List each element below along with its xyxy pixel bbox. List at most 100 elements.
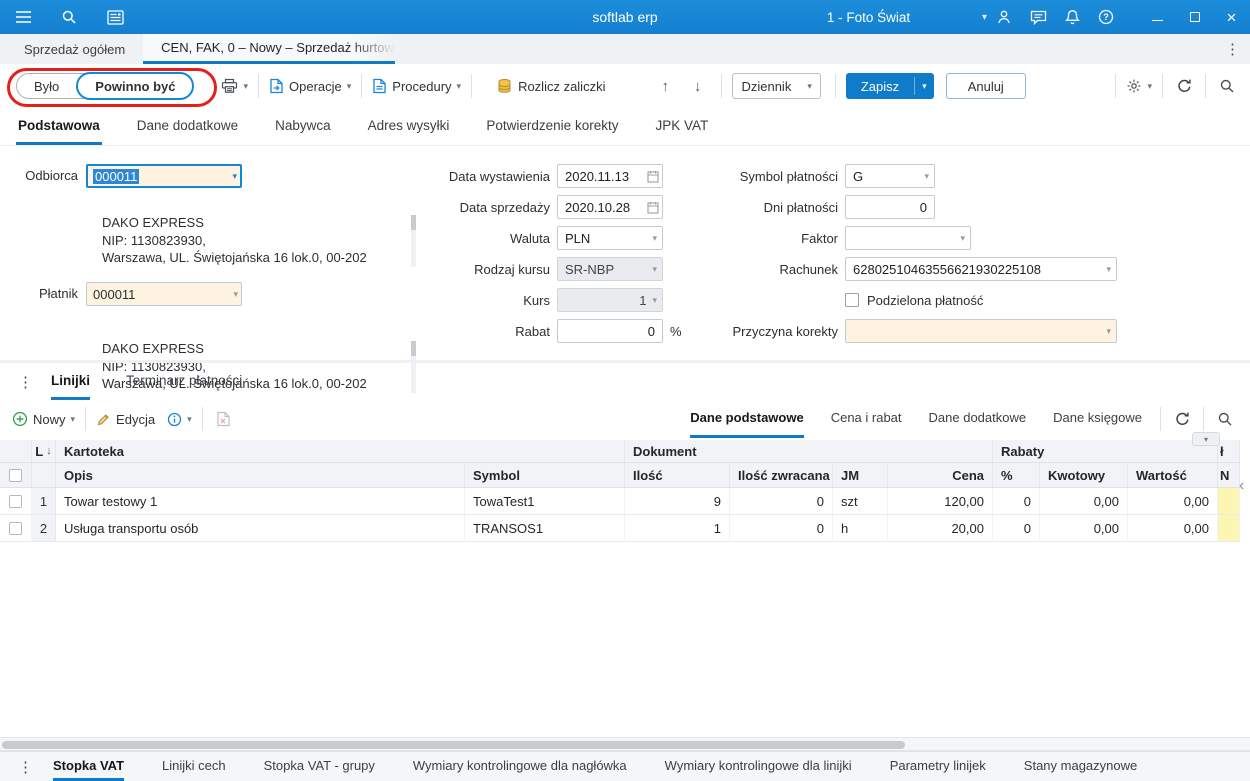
tab-dane-ksiegowe[interactable]: Dane księgowe xyxy=(1053,400,1142,438)
column-jm[interactable]: JM xyxy=(833,463,888,488)
arrow-down-icon[interactable]: ↓ xyxy=(694,78,702,95)
column-cena[interactable]: Cena xyxy=(888,463,993,488)
search-records-icon[interactable] xyxy=(1216,75,1238,97)
tab-wymiary-naglowka[interactable]: Wymiary kontrolingowe dla nagłówka xyxy=(413,752,627,781)
tab-cena-i-rabat[interactable]: Cena i rabat xyxy=(831,400,902,438)
data-sprzedazy-field[interactable]: 2020.10.28 xyxy=(557,195,663,219)
anuluj-button[interactable]: Anuluj xyxy=(945,73,1026,99)
cell-symbol[interactable]: TRANSOS1 xyxy=(465,515,625,542)
table-row[interactable]: 2 Usługa transportu osób TRANSOS1 1 0 h … xyxy=(0,515,1240,542)
cell-ilosc[interactable]: 9 xyxy=(625,488,730,515)
tab-active-document[interactable]: CEN, FAK, 0 – Nowy – Sprzedaż hurtow xyxy=(143,34,396,64)
procedury-button[interactable]: Procedury ▾ xyxy=(372,78,461,94)
platnik-combo[interactable]: 000011 ▾ xyxy=(86,282,242,306)
cell-ilosc-zwracana[interactable]: 0 xyxy=(730,488,833,515)
dni-platnosci-field[interactable]: 0 xyxy=(845,195,935,219)
company-selector[interactable]: 1 - Foto Świat ▾ xyxy=(755,0,993,34)
row-checkbox[interactable] xyxy=(9,521,22,535)
tab-parametry-linijek[interactable]: Parametry linijek xyxy=(890,752,986,781)
tab-stopka-vat[interactable]: Stopka VAT xyxy=(53,752,125,781)
cell-cena[interactable]: 120,00 xyxy=(888,488,993,515)
symbol-platnosci-select[interactable]: G ▾ xyxy=(845,164,935,188)
maximize-button[interactable] xyxy=(1176,0,1213,34)
detail-more-icon[interactable]: ⋮ xyxy=(0,373,51,391)
cell-jm[interactable]: szt xyxy=(833,488,888,515)
tab-stany-magazynowe[interactable]: Stany magazynowe xyxy=(1024,752,1137,781)
rozlicz-zaliczki-button[interactable]: Rozlicz zaliczki xyxy=(496,78,605,94)
tab-dane-dodatkowe-grid[interactable]: Dane dodatkowe xyxy=(929,400,1027,438)
operacje-button[interactable]: Operacje ▾ xyxy=(269,78,351,94)
rachunek-select[interactable]: 62802510463556621930225108 ▾ xyxy=(845,257,1117,281)
column-opis[interactable]: Opis xyxy=(56,463,465,488)
group-rabaty[interactable]: Rabaty xyxy=(993,440,1218,463)
podzielona-platnosc-checkbox[interactable] xyxy=(845,293,859,307)
table-row[interactable]: 1 Towar testowy 1 TowaTest1 9 0 szt 120,… xyxy=(0,488,1240,515)
horizontal-scrollbar[interactable] xyxy=(0,737,1250,751)
tab-stopka-vat-grupy[interactable]: Stopka VAT - grupy xyxy=(264,752,375,781)
menu-icon[interactable] xyxy=(12,6,34,28)
cell-rabat-pct[interactable]: 0 xyxy=(993,488,1040,515)
tab-linijki-cech[interactable]: Linijki cech xyxy=(162,752,226,781)
tab-dane-dodatkowe[interactable]: Dane dodatkowe xyxy=(135,108,240,145)
cell-wartosc[interactable]: 0,00 xyxy=(1128,515,1218,542)
tab-linijki[interactable]: Linijki xyxy=(51,363,91,400)
cell-ilosc-zwracana[interactable]: 0 xyxy=(730,515,833,542)
faktor-select[interactable]: ▾ xyxy=(845,226,971,250)
info-button[interactable]: ▾ xyxy=(167,412,192,427)
cell-kwotowy[interactable]: 0,00 xyxy=(1040,488,1128,515)
powinno-byc-button[interactable]: Powinno być xyxy=(76,72,195,100)
cell-opis[interactable]: Towar testowy 1 xyxy=(56,488,465,515)
cell-opis[interactable]: Usługa transportu osób xyxy=(56,515,465,542)
zapisz-dropdown[interactable]: ▾ xyxy=(915,73,934,99)
print-button[interactable]: ▾ xyxy=(221,78,248,94)
cell-ilosc[interactable]: 1 xyxy=(625,515,730,542)
select-all-checkbox[interactable] xyxy=(9,468,22,482)
rabat-field[interactable]: 0 xyxy=(557,319,663,343)
przyczyna-korekty-select[interactable]: ▾ xyxy=(845,319,1117,343)
column-kwotowy[interactable]: Kwotowy xyxy=(1040,463,1128,488)
more-tabs-icon[interactable]: ⋮ xyxy=(1225,40,1240,58)
column-symbol[interactable]: Symbol xyxy=(465,463,625,488)
scroll-left-icon[interactable]: ‹ xyxy=(1239,477,1244,495)
arrow-up-icon[interactable]: ↑ xyxy=(661,78,669,95)
tab-adres-wysylki[interactable]: Adres wysyłki xyxy=(366,108,452,145)
row-checkbox[interactable] xyxy=(9,494,22,508)
column-l-sort[interactable]: L ↓ xyxy=(32,440,56,463)
column-rabat-pct[interactable]: % xyxy=(993,463,1040,488)
minimize-button[interactable] xyxy=(1139,0,1176,34)
address-scrollbar[interactable] xyxy=(411,215,416,267)
news-icon[interactable] xyxy=(104,6,126,28)
calendar-icon[interactable] xyxy=(647,201,659,214)
bylo-button[interactable]: Było xyxy=(17,74,76,98)
tab-dane-podstawowe[interactable]: Dane podstawowe xyxy=(690,400,804,438)
tab-nabywca[interactable]: Nabywca xyxy=(273,108,333,145)
group-dokument[interactable]: Dokument xyxy=(625,440,993,463)
close-button[interactable]: × xyxy=(1213,0,1250,34)
column-ilosc-zwracana[interactable]: Ilość zwracana xyxy=(730,463,833,488)
tab-wymiary-linijki[interactable]: Wymiary kontrolingowe dla linijki xyxy=(665,752,852,781)
group-kartoteka[interactable]: Kartoteka xyxy=(56,440,625,463)
data-wystawienia-field[interactable]: 2020.11.13 xyxy=(557,164,663,188)
cell-kwotowy[interactable]: 0,00 xyxy=(1040,515,1128,542)
zapisz-button[interactable]: Zapisz ▾ xyxy=(845,73,934,99)
cell-rabat-pct[interactable]: 0 xyxy=(993,515,1040,542)
tab-potwierdzenie-korekty[interactable]: Potwierdzenie korekty xyxy=(484,108,620,145)
cell-wartosc[interactable]: 0,00 xyxy=(1128,488,1218,515)
odbiorca-combo[interactable]: 000011 ▾ xyxy=(86,164,242,188)
help-icon[interactable]: ? xyxy=(1089,0,1123,34)
scrollbar-thumb[interactable] xyxy=(2,741,905,749)
grid-refresh-icon[interactable] xyxy=(1171,408,1193,430)
dziennik-select[interactable]: Dziennik ▾ xyxy=(732,73,821,99)
tab-sprzedaz-ogolem[interactable]: Sprzedaż ogółem xyxy=(6,34,143,64)
grid-expand-button[interactable]: ▾ xyxy=(1192,432,1220,446)
calendar-icon[interactable] xyxy=(647,170,659,183)
edycja-button[interactable]: Edycja xyxy=(96,412,155,427)
tab-podstawowa[interactable]: Podstawowa xyxy=(16,108,102,145)
cell-cena[interactable]: 20,00 xyxy=(888,515,993,542)
waluta-select[interactable]: PLN ▾ xyxy=(557,226,663,250)
cell-jm[interactable]: h xyxy=(833,515,888,542)
bottom-more-icon[interactable]: ⋮ xyxy=(0,758,53,776)
grid-search-icon[interactable] xyxy=(1214,408,1236,430)
column-ilosc[interactable]: Ilość xyxy=(625,463,730,488)
tab-jpk-vat[interactable]: JPK VAT xyxy=(653,108,710,145)
